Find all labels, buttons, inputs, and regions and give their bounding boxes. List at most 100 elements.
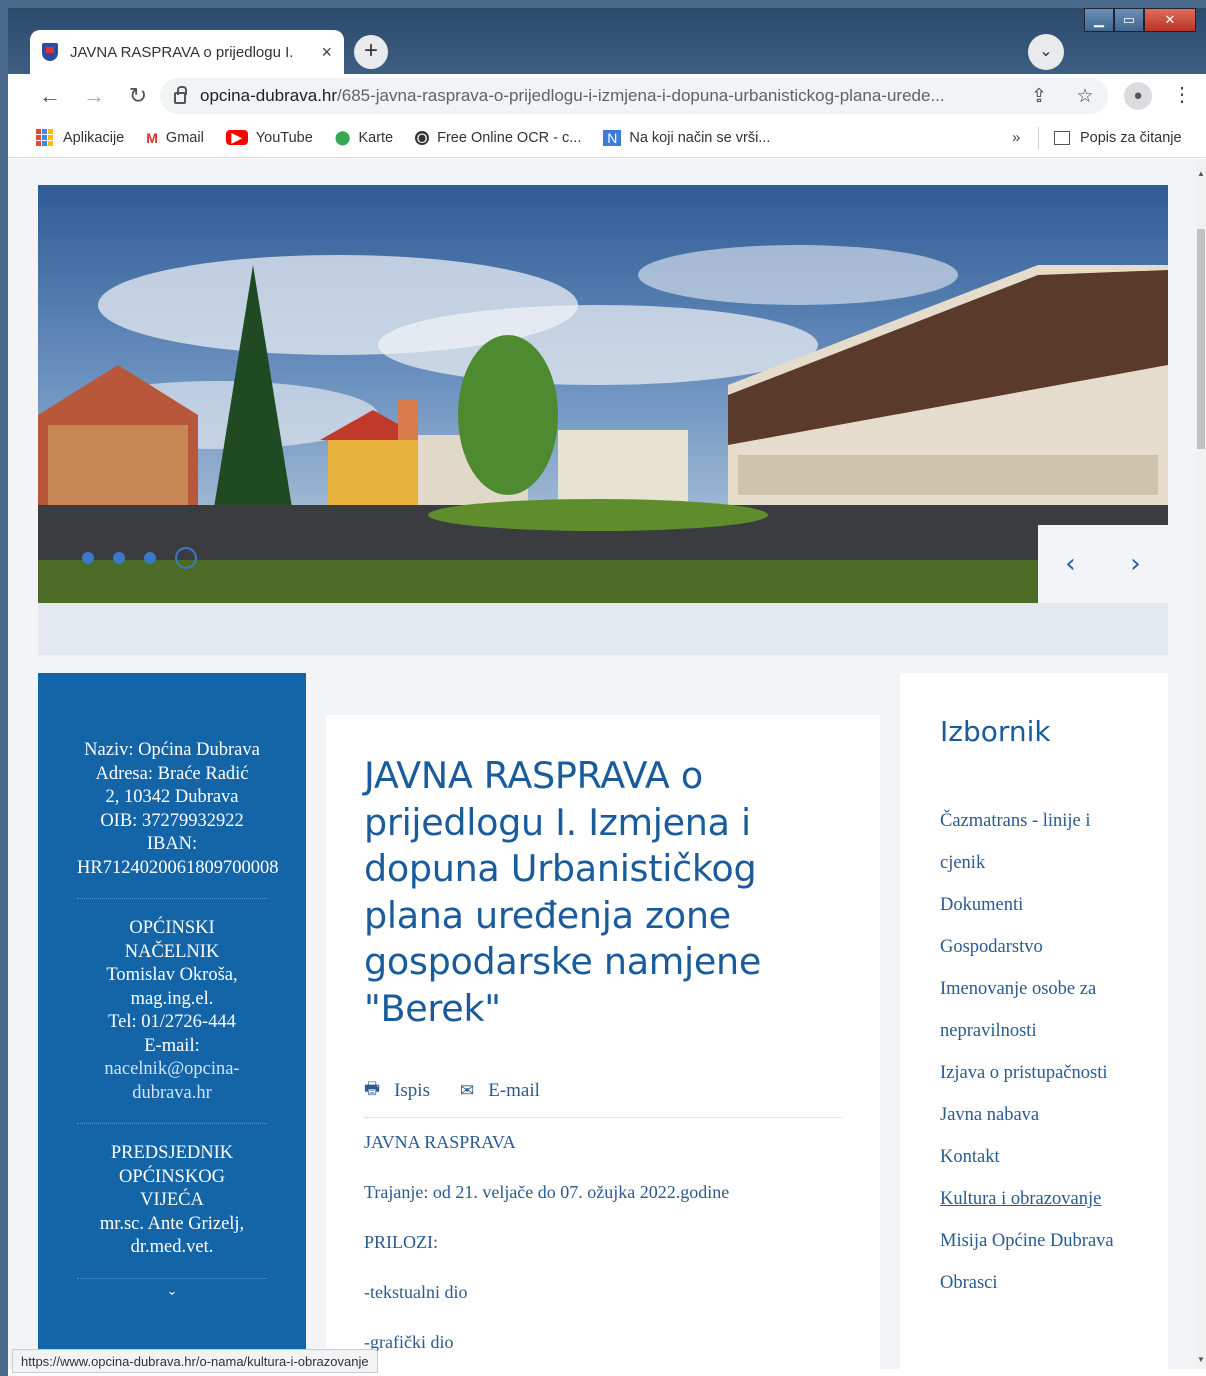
info-line: OPĆINSKI <box>129 918 215 938</box>
menu-title: Izbornik <box>940 715 1051 748</box>
info-line: OPĆINSKOG <box>119 1166 225 1187</box>
info-line: VIJEĆA <box>140 1190 204 1210</box>
menu-item-gospodarstvo[interactable]: Gospodarstvo <box>940 926 1168 968</box>
council-president-info: PREDSJEDNIK OPĆINSKOG VIJEĆA mr.sc. Ante… <box>38 1142 306 1260</box>
url-path: /685-javna-rasprava-o-prijedlogu-i-izmje… <box>337 86 945 105</box>
image-slider: ‹ › <box>38 185 1168 655</box>
menu-item-imenovanje[interactable]: Imenovanje osobe za nepravilnosti <box>940 968 1168 1052</box>
body-paragraph: Trajanje: od 21. veljače do 07. ožujka 2… <box>364 1182 730 1202</box>
slider-dot[interactable] <box>82 552 94 564</box>
attachment-link[interactable]: -grafički dio <box>364 1332 842 1368</box>
bookmark-gmail[interactable]: M Gmail <box>146 130 204 146</box>
menu-item-kultura[interactable]: Kultura i obrazovanje <box>940 1178 1168 1220</box>
bookmark-youtube[interactable]: ▶ YouTube <box>225 129 313 146</box>
divider <box>1038 126 1039 149</box>
status-bar-url: https://www.opcina-dubrava.hr/o-nama/kul… <box>12 1349 378 1373</box>
info-line: Tomislav Okroša, <box>106 965 238 985</box>
page-content: ‹ › Naziv: Općina Dubrava Adresa: Braće … <box>8 159 1196 1369</box>
bookmark-label: Na koji način se vrši... <box>629 129 771 146</box>
contact-info-panel: Naziv: Općina Dubrava Adresa: Braće Radi… <box>38 673 306 1369</box>
bookmark-apps[interactable]: Aplikacije <box>36 129 124 146</box>
bookmark-site[interactable]: N Na koji način se vrši... <box>603 129 771 146</box>
close-window-button[interactable]: ✕ <box>1144 8 1196 32</box>
bookmarks-bar: Aplikacije M Gmail ▶ YouTube ⬤ Karte O F… <box>8 118 1206 158</box>
bookmark-label: Karte <box>358 129 394 146</box>
bookmark-ocr[interactable]: O Free Online OCR - c... <box>415 130 581 146</box>
tab-search-button[interactable]: ⌄ <box>1028 34 1064 70</box>
info-line: OIB: 37279932922 <box>100 810 244 831</box>
info-line: mr.sc. Ante Grizelj, <box>99 1213 245 1234</box>
municipality-info: Naziv: Općina Dubrava Adresa: Braće Radi… <box>38 739 306 880</box>
mayor-email-link[interactable]: nacelnik@opcina- <box>42 1058 302 1082</box>
info-line: dr.med.vet. <box>130 1237 214 1257</box>
share-icon[interactable]: ⇪ <box>1016 85 1062 108</box>
new-tab-button[interactable]: + <box>354 35 388 69</box>
close-tab-icon[interactable]: × <box>321 42 332 63</box>
more-chevron-icon[interactable]: ˇ <box>38 1289 306 1313</box>
ocr-icon: O <box>415 129 430 146</box>
forward-icon[interactable]: → <box>78 83 110 109</box>
slider-arrows: ‹ › <box>1038 525 1168 603</box>
menu-item-obrasci[interactable]: Obrasci <box>940 1262 1168 1304</box>
menu-item-cazmatrans[interactable]: Čazmatrans - linije i cjenik <box>940 800 1168 884</box>
sidebar-menu: Izbornik Čazmatrans - linije i cjenik Do… <box>900 673 1168 1369</box>
slider-dot[interactable] <box>144 552 156 564</box>
email-button[interactable]: ✉ E-mail <box>460 1076 540 1105</box>
bookmarks-more-icon[interactable]: » <box>1012 129 1020 146</box>
mayor-email-link-cont[interactable]: dubrava.hr <box>42 1082 302 1106</box>
body-paragraph: PRILOZI: <box>364 1232 438 1252</box>
article-body: JAVNA RASPRAVA Trajanje: od 21. veljače … <box>364 1132 842 1368</box>
title-bar: JAVNA RASPRAVA o prijedlogu I. × + ⌄ ▁ ▭… <box>8 8 1206 74</box>
attachment-link[interactable]: -tekstualni dio <box>364 1282 842 1318</box>
minimize-button[interactable]: ▁ <box>1084 8 1114 32</box>
bookmark-maps[interactable]: ⬤ Karte <box>335 129 393 146</box>
browser-tab[interactable]: JAVNA RASPRAVA o prijedlogu I. × <box>30 30 344 74</box>
email-label: E-mail <box>488 1079 540 1101</box>
url-text[interactable]: opcina-dubrava.hr/685-javna-rasprava-o-p… <box>200 86 1016 106</box>
divider <box>77 898 267 899</box>
url-domain: opcina-dubrava.hr <box>200 86 338 105</box>
maximize-button[interactable]: ▭ <box>1114 8 1144 32</box>
article: JAVNA RASPRAVA o prijedlogu I. Izmjena i… <box>326 715 880 1369</box>
print-button[interactable]: 🖶 Ispis <box>364 1076 430 1105</box>
browser-menu-icon[interactable]: ⋮ <box>1172 82 1192 107</box>
slider-dot[interactable] <box>113 552 125 564</box>
address-bar[interactable]: opcina-dubrava.hr/685-javna-rasprava-o-p… <box>160 78 1108 114</box>
back-icon[interactable]: ← <box>34 83 66 109</box>
info-line: HR7124020061809700008 <box>77 857 279 878</box>
menu-item-misija[interactable]: Misija Općine Dubrava <box>940 1220 1168 1262</box>
body-paragraph: JAVNA RASPRAVA <box>364 1132 516 1152</box>
info-line: NAČELNIK <box>124 941 220 962</box>
menu-item-izjava[interactable]: Izjava o pristupačnosti <box>940 1052 1168 1094</box>
info-line: Adresa: Braće Radić <box>95 763 249 784</box>
scroll-up-icon[interactable]: ▲ <box>1197 169 1205 178</box>
profile-avatar-icon[interactable]: ● <box>1124 82 1152 110</box>
bookmark-label: Gmail <box>165 129 204 146</box>
page-title: JAVNA RASPRAVA o prijedlogu I. Izmjena i… <box>364 754 762 1030</box>
chevron-right-icon[interactable]: › <box>1130 549 1140 579</box>
scroll-down-icon[interactable]: ▼ <box>1197 1355 1205 1364</box>
reading-list-button[interactable]: Popis za čitanje <box>1054 130 1182 146</box>
menu-item-javna-nabava[interactable]: Javna nabava <box>940 1094 1168 1136</box>
info-line: mag.ing.el. <box>130 988 214 1009</box>
bookmark-star-icon[interactable]: ☆ <box>1062 85 1108 108</box>
bookmark-label: YouTube <box>255 129 313 146</box>
apps-grid-icon <box>36 129 53 146</box>
chevron-left-icon[interactable]: ‹ <box>1065 549 1075 579</box>
page-scrollbar[interactable]: ▲ ▼ <box>1196 159 1206 1369</box>
scroll-thumb[interactable] <box>1197 229 1205 449</box>
mayor-info: OPĆINSKI NAČELNIK Tomislav Okroša, mag.i… <box>38 917 306 1105</box>
bookmark-label: Free Online OCR - c... <box>437 129 582 146</box>
info-line: E-mail: <box>144 1035 200 1056</box>
browser-toolbar: ← → ↻ opcina-dubrava.hr/685-javna-raspra… <box>8 74 1206 118</box>
slider-dot-active[interactable] <box>175 547 197 569</box>
menu-item-dokumenti[interactable]: Dokumenti <box>940 884 1168 926</box>
slider-dots <box>82 547 216 569</box>
info-line: PREDSJEDNIK <box>110 1143 234 1163</box>
site-favicon-icon <box>42 43 58 61</box>
menu-item-kontakt[interactable]: Kontakt <box>940 1136 1168 1178</box>
reload-icon[interactable]: ↻ <box>122 83 154 109</box>
reading-list-label: Popis za čitanje <box>1080 129 1182 146</box>
info-line: Tel: 01/2726-444 <box>108 1012 236 1032</box>
info-line: Naziv: Općina Dubrava <box>84 740 260 760</box>
